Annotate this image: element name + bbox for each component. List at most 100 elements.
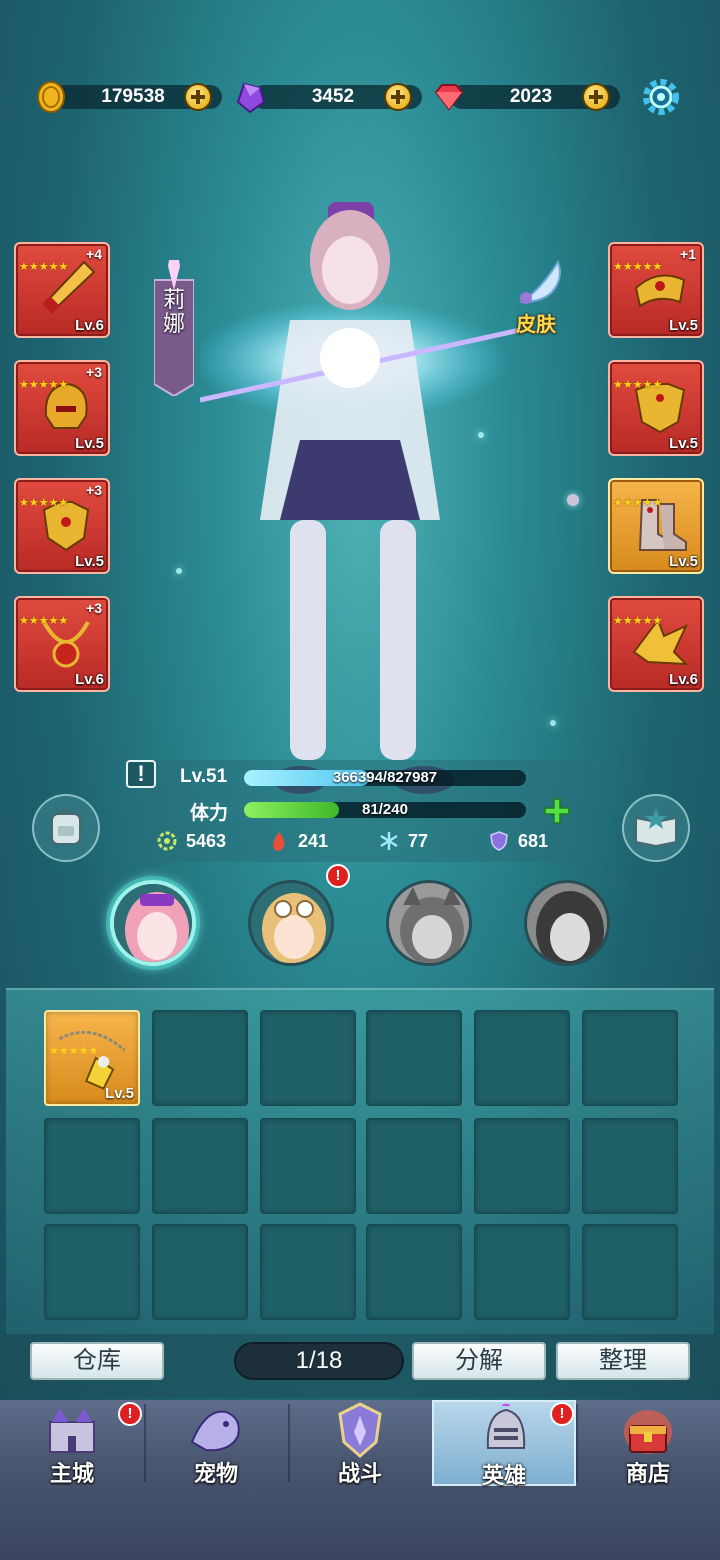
star-rating: ★★★★★ [613,379,663,391]
item-level: Lv.6 [75,671,104,688]
item-level: Lv.6 [75,317,104,334]
hero-avatar-cat-ears[interactable] [386,880,472,966]
alert-badge: ! [550,1402,574,1426]
diamond-currency: 2023 [432,80,620,114]
nav-label: 主城 [49,1461,94,1486]
battle-shield-icon [338,1402,382,1458]
gem-amount: 3452 [311,86,355,107]
alert-badge: ! [326,864,350,888]
hero-character-art [200,202,520,794]
nav-label: 战斗 [337,1461,382,1486]
inventory-slot-empty[interactable] [582,1118,678,1214]
equip-slot-bracer[interactable]: ★★★★★ +1 Lv.5 [608,242,704,338]
page-indicator: 1/18 [234,1342,404,1380]
item-level: Lv.5 [75,553,104,570]
inventory-slot-empty[interactable] [260,1118,356,1214]
nav-label: 宠物 [193,1461,238,1486]
inventory-slot-empty[interactable] [260,1010,356,1106]
equip-slot-weapon[interactable]: ★★★★★ +4 Lv.6 [14,242,110,338]
power-stat: 5463 [156,830,226,852]
gold-currency: 179538 [34,80,222,114]
hero-avatar-pink-hair[interactable] [110,880,196,966]
equip-slot-boots[interactable]: ★★★★★ Lv.5 [608,478,704,574]
item-level: Lv.5 [669,317,698,334]
hero-name: 莉娜 [162,287,185,336]
diamond-amount: 2023 [509,86,553,107]
defense-value: 681 [518,830,549,851]
stamina-bar: 81/240 [244,802,526,818]
sparkle-effect [567,494,579,506]
inventory-slot-empty[interactable] [582,1224,678,1320]
inventory-item-amulet[interactable]: ★★★★★ Lv.5 [44,1010,140,1106]
hero-level: Lv.51 [180,766,228,787]
stamina-label: 体力 [190,803,229,824]
inventory-slot-empty[interactable] [474,1010,570,1106]
sparkle-effect [176,568,182,574]
equip-slot-chest[interactable]: ★★★★★ Lv.5 [608,360,704,456]
castle-icon [49,1408,95,1453]
enhance-level: +3 [86,364,102,380]
star-rating: ★★★★★ [19,379,69,391]
fire-icon [273,832,285,851]
enhance-level: +3 [86,482,102,498]
add-stamina-button[interactable] [543,797,571,825]
nav-pets[interactable]: 宠物 [144,1400,288,1486]
star-rating: ★★★★★ [19,615,69,627]
star-rating: ★★★★★ [19,497,69,509]
enhance-level: +3 [86,600,102,616]
skin-button[interactable]: 皮肤 [512,258,572,338]
portrait [114,884,192,962]
defense-stat: 681 [488,830,548,852]
equip-slot-helmet[interactable]: ★★★★★ +3 Lv.5 [14,360,110,456]
hero-avatar-blonde-goggles[interactable] [248,880,334,966]
enhance-level: +4 [86,246,102,262]
sparkle-effect [550,720,556,726]
inventory-slot-empty[interactable] [474,1118,570,1214]
hero-name-banner: 莉娜 [154,260,194,396]
equip-slot-armor[interactable]: ★★★★★ +3 Lv.5 [14,478,110,574]
hero-avatar-dark-hair[interactable] [524,880,610,966]
dragon-icon [190,1410,240,1452]
add-diamond-button[interactable] [582,83,610,111]
inventory-slot-empty[interactable] [366,1010,462,1106]
warehouse-button[interactable]: 仓库 [30,1342,164,1380]
add-gem-button[interactable] [384,83,412,111]
portrait [251,883,331,963]
star-rating: ★★★★★ [613,497,663,509]
nav-label: 商店 [625,1461,670,1486]
gold-coin-icon [37,81,65,113]
nav-shop[interactable]: 商店 [576,1400,720,1486]
snowflake-icon [380,832,398,850]
exp-text: 366394/827987 [332,769,438,786]
equip-slot-accessory[interactable]: ★★★★★ Lv.6 [608,596,704,692]
inventory-slot-empty[interactable] [152,1224,248,1320]
backpack-button[interactable] [32,794,100,862]
inventory-slot-empty[interactable] [474,1224,570,1320]
codex-button[interactable] [622,794,690,862]
inventory-slot-empty[interactable] [152,1010,248,1106]
sort-button[interactable]: 整理 [556,1342,690,1380]
gem-currency: 3452 [234,80,422,114]
portrait [527,883,607,963]
item-level: Lv.5 [669,553,698,570]
item-level: Lv.5 [105,1085,134,1102]
info-alert-button[interactable]: ! [126,760,156,788]
inventory-slot-empty[interactable] [152,1118,248,1214]
backpack-icon [51,809,81,845]
nav-battle[interactable]: 战斗 [288,1400,432,1486]
settings-gear-icon[interactable] [640,76,682,118]
add-gold-button[interactable] [184,83,212,111]
decompose-button[interactable]: 分解 [412,1342,546,1380]
star-rating: ★★★★★ [49,1045,99,1057]
equip-slot-necklace[interactable]: ★★★★★ +3 Lv.6 [14,596,110,692]
inventory-slot-empty[interactable] [44,1224,140,1320]
inventory-slot-empty[interactable] [582,1010,678,1106]
inventory-slot-empty[interactable] [44,1118,140,1214]
item-level: Lv.5 [669,435,698,452]
skin-wing-icon [518,259,561,304]
shield-icon [490,831,508,851]
shop-chest-icon [624,1410,672,1454]
inventory-slot-empty[interactable] [366,1118,462,1214]
inventory-slot-empty[interactable] [366,1224,462,1320]
inventory-slot-empty[interactable] [260,1224,356,1320]
